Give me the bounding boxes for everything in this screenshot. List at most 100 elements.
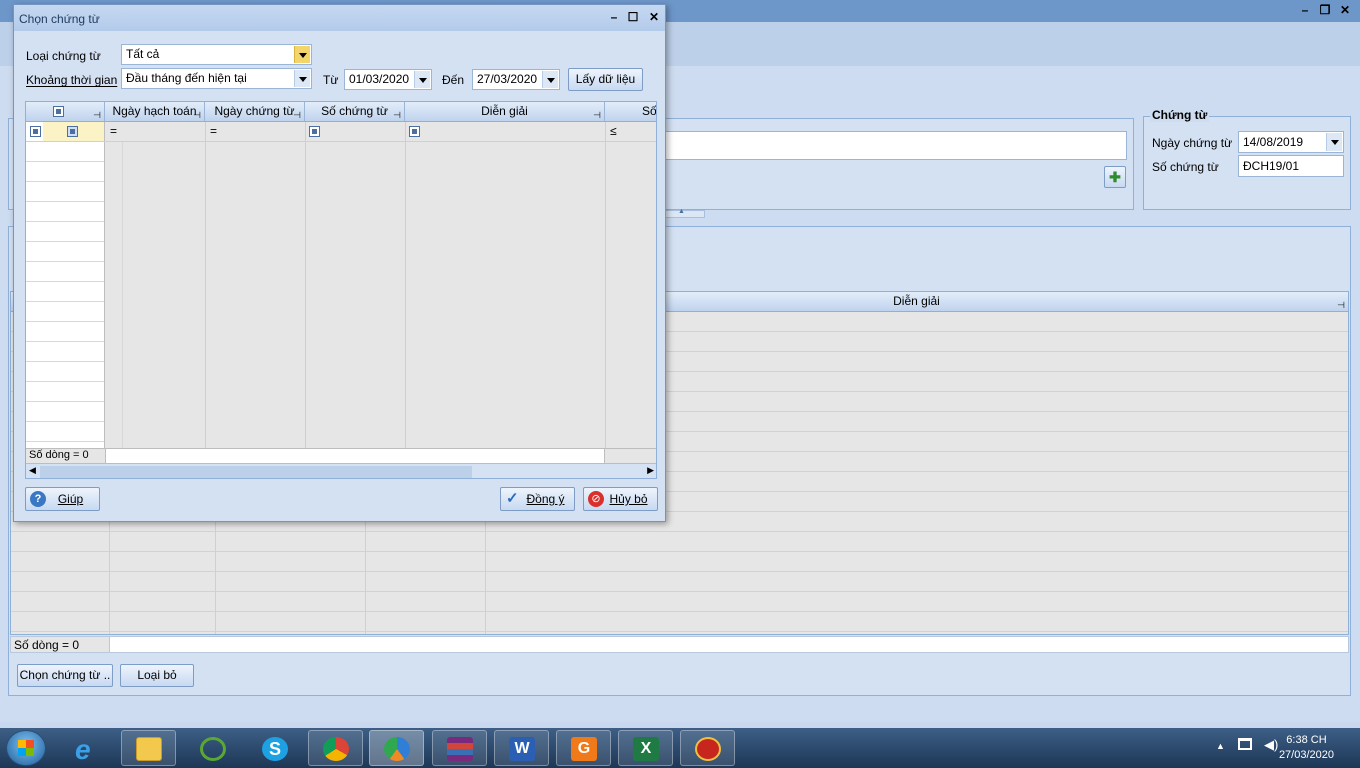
filter-cell-selected[interactable] <box>43 122 104 141</box>
header-posting-date[interactable]: Ngày hạch toán ⊣ <box>105 102 205 121</box>
scroll-left-icon[interactable]: ◀ <box>29 465 36 476</box>
close-icon[interactable]: ✕ <box>647 10 661 24</box>
taskbar-coccoc[interactable] <box>185 730 240 766</box>
taskbar-excel[interactable]: X <box>618 730 673 766</box>
voucher-date-value: 14/08/2019 <box>1243 135 1304 149</box>
grid-col-line <box>405 122 406 448</box>
voucher-number-field[interactable]: ĐCH19/01 <box>1238 155 1344 177</box>
clock-time: 6:38 CH <box>1286 734 1327 746</box>
winrar-icon <box>447 737 473 761</box>
clock[interactable]: 6:38 CH 27/03/2020 <box>1279 733 1334 763</box>
skype-icon: S <box>262 737 288 761</box>
select-voucher-dialog: Chọn chứng từ – ☐ ✕ Loại chứng từ Tất cả… <box>13 4 666 522</box>
foxit-pdf-icon: G <box>571 737 597 761</box>
voucher-type-select[interactable]: Tất cả <box>121 44 312 65</box>
header-voucher-date[interactable]: Ngày chứng từ ⊣ <box>205 102 305 121</box>
windows-logo-icon <box>18 740 34 756</box>
taskbar-chrome[interactable] <box>308 730 363 766</box>
period-select[interactable]: Đầu tháng đến hiện tại <box>121 68 312 89</box>
grid-col-line <box>122 142 123 448</box>
ok-button[interactable]: ✓ Đồng ý <box>500 487 575 511</box>
main-window-controls: – ❐ ✕ <box>1298 3 1352 17</box>
excel-icon: X <box>633 737 659 761</box>
add-button[interactable]: ✚ <box>1104 166 1126 188</box>
taskbar: e S W G X ▲ ◀) 6:38 CH 27/03/2020 <box>0 728 1360 768</box>
cancel-icon: ⊘ <box>588 491 604 507</box>
detail-row-count: Số dòng = 0 <box>14 638 80 652</box>
horizontal-scrollbar[interactable]: ◀ ▶ <box>26 463 656 478</box>
to-label: Đến <box>442 73 465 87</box>
filter-op-posting-date[interactable]: = <box>110 124 117 138</box>
grid-col-line <box>205 122 206 448</box>
remove-button[interactable]: Loại bỏ <box>120 664 194 687</box>
grid-footer-sum <box>105 449 605 463</box>
start-button[interactable] <box>6 730 46 766</box>
grid-col-line <box>605 122 606 448</box>
help-button[interactable]: ? Giúp <box>25 487 100 511</box>
header-description[interactable]: Diễn giải ⊣ <box>405 102 605 121</box>
minimize-icon[interactable]: – <box>1298 3 1312 17</box>
chevron-down-icon[interactable] <box>294 70 310 87</box>
minimize-icon[interactable]: – <box>607 10 621 24</box>
from-date-value: 01/03/2020 <box>349 72 410 86</box>
voucher-date-field[interactable]: 14/08/2019 <box>1238 131 1344 153</box>
taskbar-winrar[interactable] <box>432 730 487 766</box>
taskbar-htkk[interactable] <box>680 730 735 766</box>
grid-footer: Số dòng = 0 <box>26 448 656 463</box>
restore-icon[interactable]: ❐ <box>1318 3 1332 17</box>
filter-op-voucher-date[interactable]: = <box>210 124 217 138</box>
volume-icon[interactable]: ◀) <box>1264 737 1278 753</box>
chevron-down-icon[interactable] <box>414 71 430 88</box>
filter-op-amount[interactable]: ≤ <box>610 124 617 138</box>
voucher-grid-header: ⊣ Ngày hạch toán ⊣ Ngày chứng từ ⊣ Số ch… <box>26 102 656 122</box>
plus-icon: ✚ <box>1109 169 1121 185</box>
word-icon: W <box>509 737 535 761</box>
taskbar-word[interactable]: W <box>494 730 549 766</box>
taskbar-foxit-pdf[interactable]: G <box>556 730 611 766</box>
chevron-down-icon[interactable] <box>542 71 558 88</box>
close-icon[interactable]: ✕ <box>1338 3 1352 17</box>
network-icon[interactable] <box>1238 738 1252 750</box>
filter-description-checkbox[interactable] <box>409 126 420 137</box>
from-date-field[interactable]: 01/03/2020 <box>344 69 432 90</box>
header-voucher-number[interactable]: Số chứng từ ⊣ <box>305 102 405 121</box>
maximize-icon[interactable]: ☐ <box>626 10 640 24</box>
filter-select-checkbox[interactable] <box>67 126 78 137</box>
htkk-icon <box>695 737 721 761</box>
grid-col-line <box>305 122 306 448</box>
show-hidden-icons-icon[interactable]: ▲ <box>1216 741 1225 751</box>
cancel-button[interactable]: ⊘ Hủy bỏ <box>583 487 658 511</box>
voucher-number-value: ĐCH19/01 <box>1243 159 1300 173</box>
splitter-handle[interactable]: ▲ <box>660 208 705 218</box>
coccoc-icon <box>200 737 226 761</box>
taskbar-file-explorer[interactable] <box>121 730 176 766</box>
period-value: Đầu tháng đến hiện tại <box>126 71 247 85</box>
filter-checkbox[interactable] <box>30 126 41 137</box>
dialog-row-count: Số dòng = 0 <box>29 449 89 461</box>
scrollbar-thumb[interactable] <box>40 466 472 478</box>
taskbar-skype[interactable]: S <box>247 730 302 766</box>
chevron-down-icon[interactable] <box>1326 133 1342 151</box>
to-date-field[interactable]: 27/03/2020 <box>472 69 560 90</box>
detail-footer-sum <box>109 637 1348 652</box>
description-input[interactable] <box>660 131 1127 160</box>
fetch-data-button[interactable]: Lấy dữ liệu <box>568 68 643 91</box>
dialog-title-bar: Chọn chứng từ – ☐ ✕ <box>14 5 665 31</box>
select-vouchers-button[interactable]: Chọn chứng từ .. <box>17 664 113 687</box>
filter-row: = = ≤ <box>26 122 656 142</box>
voucher-number-label: Số chứng từ <box>1152 160 1219 174</box>
taskbar-internet-explorer[interactable]: e <box>62 730 117 766</box>
voucher-type-value: Tất cả <box>126 47 160 61</box>
header-select[interactable]: ⊣ <box>26 102 105 121</box>
dialog-body: Loại chứng từ Tất cả Khoảng thời gian Đầ… <box>14 31 665 521</box>
system-tray: ▲ ◀) 6:38 CH 27/03/2020 <box>1190 728 1360 768</box>
internet-explorer-icon: e <box>75 734 91 765</box>
app-blue-icon <box>384 737 410 761</box>
chevron-down-icon[interactable] <box>294 46 310 63</box>
header-amount[interactable]: Số <box>605 102 656 121</box>
taskbar-app-blue[interactable] <box>369 730 424 766</box>
select-all-checkbox[interactable] <box>53 106 64 117</box>
filter-voucher-number-checkbox[interactable] <box>309 126 320 137</box>
detail-grid-footer: Số dòng = 0 <box>10 636 1349 653</box>
scroll-right-icon[interactable]: ▶ <box>647 465 654 476</box>
